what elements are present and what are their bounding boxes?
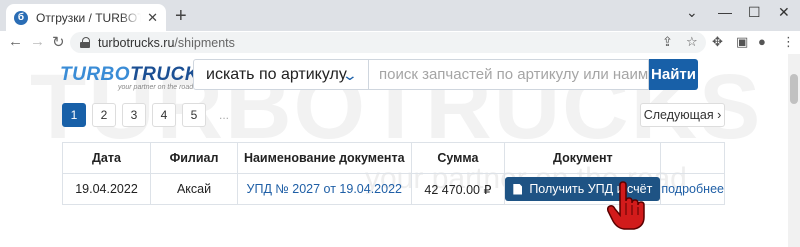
table-header-row: Дата Филиал Наименование документа Сумма…	[61, 142, 725, 174]
url-domain: turbotrucks.ru	[98, 35, 175, 50]
brand-part1: TURBO	[60, 64, 131, 85]
search-input[interactable]: поиск запчастей по артикулу или наименов…	[369, 59, 649, 90]
new-tab-icon[interactable]: +	[175, 6, 187, 26]
col-header-document: Документ	[504, 142, 662, 174]
col-header-branch: Филиал	[150, 142, 239, 174]
col-header-more	[660, 142, 725, 174]
window-close-icon[interactable]: ✕	[778, 4, 790, 21]
minimize-icon[interactable]: —	[718, 4, 732, 20]
browser-tab-bar: б Отгрузки / TURBOTRUCKS — запчасти ✕ + …	[0, 0, 800, 31]
browser-toolbar: ← → ↻ turbotrucks.ru/shipments ⇪ ☆ ✥ ▣ ●…	[0, 31, 800, 54]
col-header-date: Дата	[61, 142, 152, 174]
browser-tab[interactable]: б Отгрузки / TURBOTRUCKS — запчасти ✕	[6, 4, 166, 31]
page-button[interactable]: 1	[62, 103, 86, 127]
menu-kebab-icon[interactable]: ⋮	[782, 34, 795, 50]
page-button[interactable]: 3	[122, 103, 146, 127]
cell-sum: 42 470.00 ₽	[410, 173, 506, 205]
search-form: искать по артикулу ⌄ поиск запчастей по …	[193, 59, 698, 90]
cell-doc-name: УПД № 2027 от 19.04.2022	[237, 173, 412, 205]
maximize-icon[interactable]: ☐	[748, 4, 761, 21]
profile-avatar-icon[interactable]: ●	[758, 34, 766, 49]
page-button[interactable]: 5	[182, 103, 206, 127]
pointer-hand-icon	[607, 181, 645, 230]
pagination: 1 2 3 4 5 ...	[62, 103, 242, 127]
search-mode-select[interactable]: искать по артикулу ⌄	[193, 59, 369, 90]
chevron-down-icon: ⌄	[341, 67, 359, 83]
forward-icon[interactable]: →	[30, 33, 45, 50]
address-bar[interactable]: turbotrucks.ru/shipments	[70, 32, 706, 53]
tab-search-icon[interactable]: ⌄	[686, 4, 698, 21]
sidepanel-icon[interactable]: ▣	[736, 34, 748, 50]
bookmark-star-icon[interactable]: ☆	[686, 34, 698, 50]
reload-icon[interactable]: ↻	[52, 33, 65, 51]
site-logo[interactable]: TURBOTRUCKS your partner on the road	[60, 64, 212, 91]
cell-branch: Аксай	[150, 173, 239, 205]
back-icon[interactable]: ←	[8, 33, 23, 50]
tab-title: Отгрузки / TURBOTRUCKS — запчасти	[36, 10, 142, 25]
page-scrollbar[interactable]	[788, 54, 800, 247]
col-header-doc-name: Наименование документа	[237, 142, 412, 174]
page-button[interactable]: 4	[152, 103, 176, 127]
site-favicon-icon: б	[14, 10, 28, 25]
scrollbar-thumb[interactable]	[790, 74, 798, 104]
lock-icon	[80, 37, 90, 48]
url-path: /shipments	[174, 35, 235, 50]
doc-name-link[interactable]: УПД № 2027 от 19.04.2022	[247, 182, 402, 196]
cell-more: подробнее	[660, 173, 725, 205]
tab-close-icon[interactable]: ✕	[147, 10, 158, 26]
file-icon	[513, 183, 523, 195]
pagination-ellipsis: ...	[218, 108, 229, 122]
next-page-button[interactable]: Следующая ›	[640, 103, 725, 127]
search-mode-value: искать по артикулу	[206, 65, 347, 83]
page-button[interactable]: 2	[92, 103, 116, 127]
search-button[interactable]: Найти	[649, 59, 698, 90]
col-header-sum: Сумма	[410, 142, 506, 174]
extensions-icon[interactable]: ✥	[712, 34, 723, 50]
details-link[interactable]: подробнее	[661, 182, 724, 196]
share-icon[interactable]: ⇪	[662, 34, 673, 50]
cell-date: 19.04.2022	[61, 173, 152, 205]
